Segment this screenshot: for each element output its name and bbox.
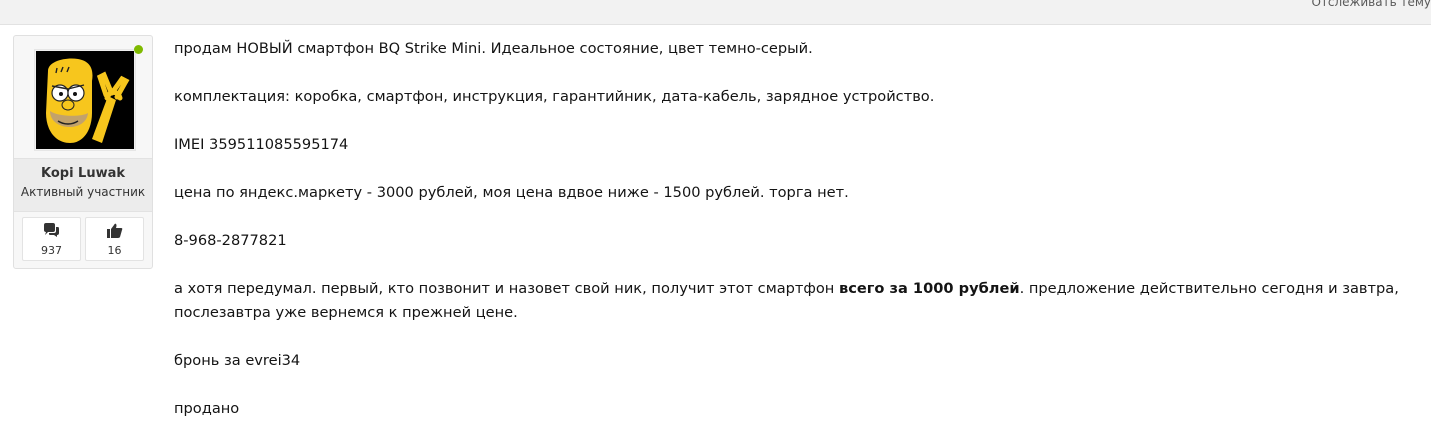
post-line: продано bbox=[174, 400, 240, 417]
online-status-indicator bbox=[134, 45, 143, 54]
user-title: Активный участник bbox=[20, 185, 146, 199]
top-bar: Отслеживать тему bbox=[0, 0, 1431, 25]
post-paragraph: а хотя передумал. первый, кто позвонит и… bbox=[174, 277, 1419, 325]
speech-bubbles-icon bbox=[44, 223, 59, 237]
posts-count-stat[interactable]: 937 bbox=[22, 217, 81, 261]
post-author-panel: Kopi Luwak Активный участник 937 16 bbox=[13, 35, 153, 269]
post-content: продам НОВЫЙ смартфон BQ Strike Mini. Ид… bbox=[174, 37, 1424, 445]
posts-count: 937 bbox=[41, 244, 62, 257]
post-text: а хотя передумал. первый, кто позвонит и… bbox=[174, 280, 839, 297]
likes-count-stat[interactable]: 16 bbox=[85, 217, 144, 261]
post-line: 8-968-2877821 bbox=[174, 232, 287, 249]
post-line: цена по яндекс.маркету - 3000 рублей, мо… bbox=[174, 184, 849, 201]
post-line: комплектация: коробка, смартфон, инструк… bbox=[174, 88, 935, 105]
likes-count: 16 bbox=[107, 244, 122, 257]
post-line: продам НОВЫЙ смартфон BQ Strike Mini. Ид… bbox=[174, 40, 813, 57]
avatar-frame bbox=[34, 49, 136, 151]
thumbs-up-icon bbox=[107, 223, 123, 238]
post-line: бронь за evrei34 bbox=[174, 352, 301, 369]
post-bold-text: всего за 1000 рублей bbox=[839, 280, 1020, 297]
follow-thread-link[interactable]: Отслеживать тему bbox=[1311, 0, 1431, 9]
username[interactable]: Kopi Luwak bbox=[14, 166, 152, 181]
user-info: Kopi Luwak Активный участник bbox=[14, 158, 152, 212]
avatar[interactable] bbox=[36, 51, 134, 149]
avatar-image bbox=[36, 51, 134, 149]
post-line: IMEI 359511085595174 bbox=[174, 136, 349, 153]
